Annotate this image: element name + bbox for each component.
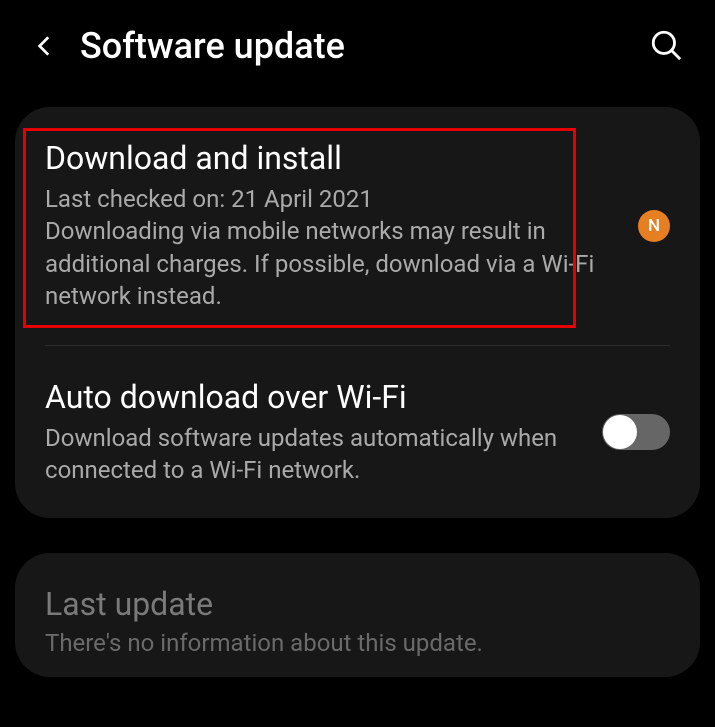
last-update-title: Last update [45, 585, 670, 623]
header: Software update [0, 0, 715, 87]
last-update-subtitle: There's no information about this update… [45, 629, 670, 657]
page-title: Software update [80, 25, 629, 67]
row-download-install[interactable]: Download and install Last checked on: 21… [15, 107, 700, 345]
auto-download-toggle[interactable] [602, 414, 670, 450]
download-install-title: Download and install [45, 139, 618, 177]
row-content: Auto download over Wi-Fi Download softwa… [45, 378, 582, 487]
card-main: Download and install Last checked on: 21… [15, 107, 700, 518]
card-last-update[interactable]: Last update There's no information about… [15, 553, 700, 677]
row-content: Download and install Last checked on: 21… [45, 139, 618, 313]
row-auto-download[interactable]: Auto download over Wi-Fi Download softwa… [15, 346, 700, 519]
download-install-subtitle: Last checked on: 21 April 2021 Downloadi… [45, 183, 618, 313]
search-icon[interactable] [649, 28, 685, 64]
auto-download-title: Auto download over Wi-Fi [45, 378, 582, 416]
auto-download-subtitle: Download software updates automatically … [45, 422, 582, 487]
notification-badge: N [638, 210, 670, 242]
back-icon[interactable] [30, 31, 60, 61]
toggle-knob [603, 415, 637, 449]
